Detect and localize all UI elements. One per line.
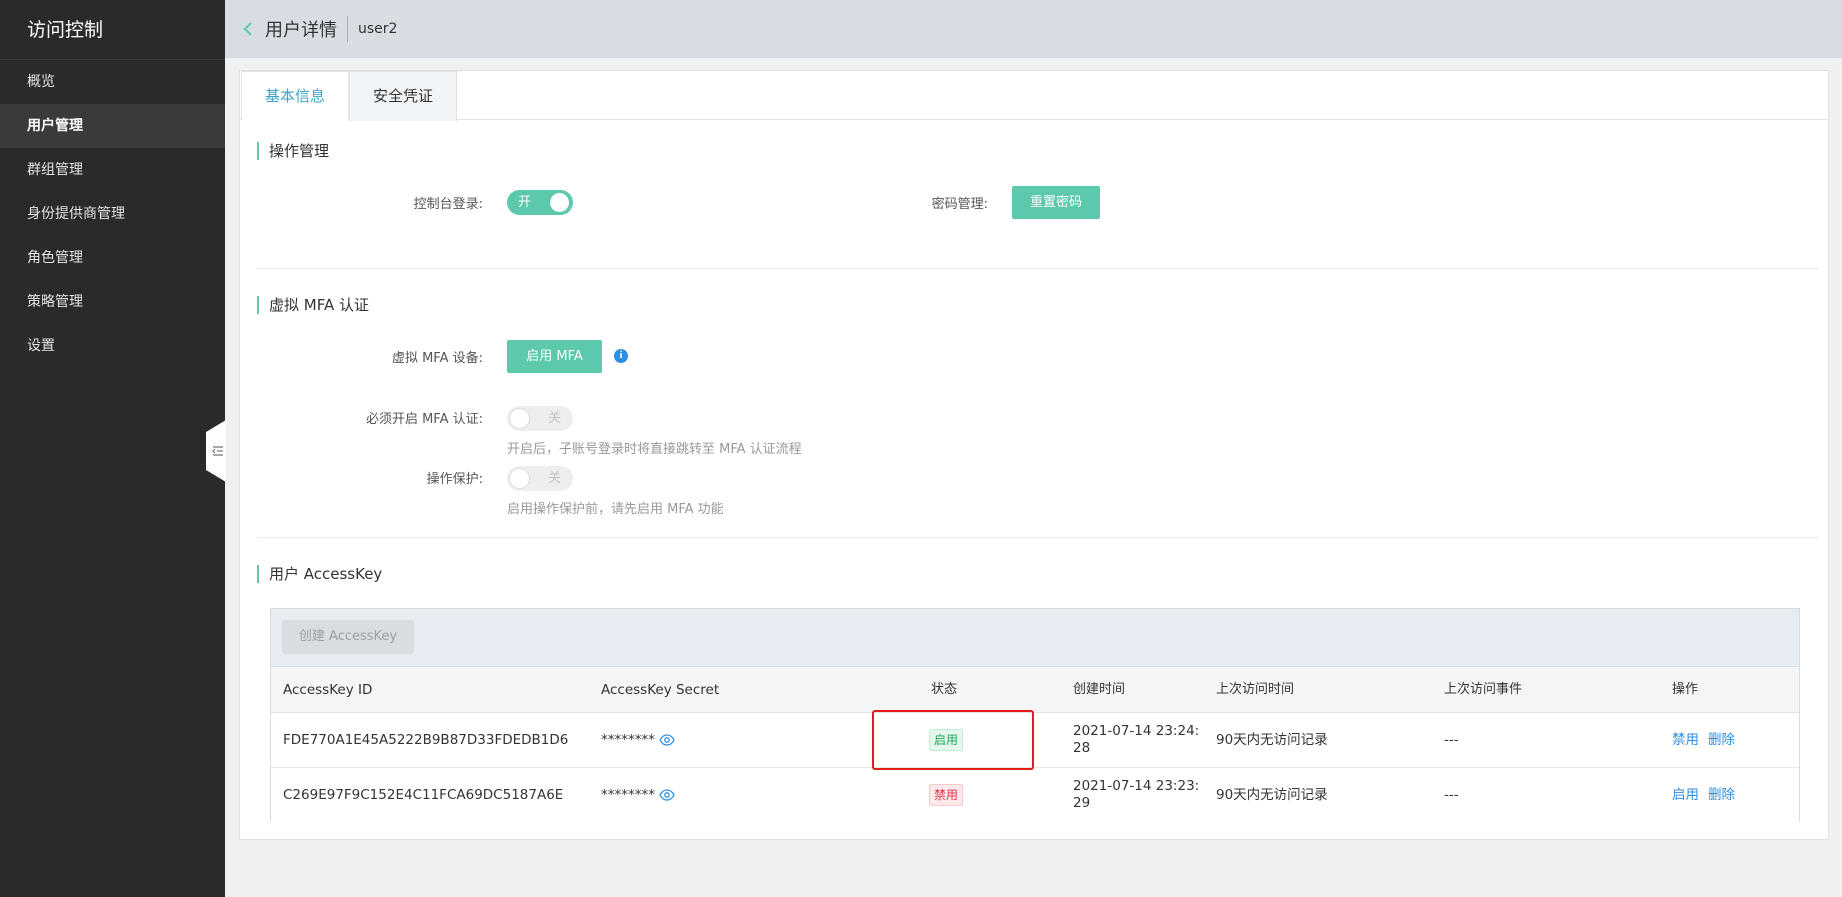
require-mfa-toggle[interactable]: 关: [507, 406, 573, 431]
delete-link[interactable]: 删除: [1708, 787, 1735, 803]
last-access-event: ---: [1444, 732, 1459, 748]
accesskey-toolbar: 创建 AccessKey: [271, 609, 1799, 667]
sidebar: 访问控制 概览 用户管理 群组管理 身份提供商管理 角色管理 策略管理 设置: [0, 0, 225, 897]
delete-link[interactable]: 删除: [1708, 732, 1735, 748]
eye-icon[interactable]: [659, 789, 675, 801]
accesskey-id: FDE770A1E45A5222B9B87D33FDEDB1D6: [283, 732, 569, 748]
tab-bar: 基本信息 安全凭证: [240, 71, 1828, 121]
sidebar-item-identity-providers[interactable]: 身份提供商管理: [0, 192, 225, 236]
column-header-status[interactable]: 状态: [931, 667, 957, 713]
create-accesskey-button[interactable]: 创建 AccessKey: [282, 620, 414, 654]
collapse-menu-icon: [212, 445, 224, 457]
accesskey-id: C269E97F9C152E4C11FCA69DC5187A6E: [283, 787, 564, 803]
eye-icon[interactable]: [659, 734, 675, 746]
disable-link[interactable]: 禁用: [1672, 732, 1699, 748]
console-login-label: 控制台登录:: [413, 197, 483, 212]
status-cell: 启用: [929, 713, 964, 768]
section-title-mfa: 虚拟 MFA 认证: [257, 296, 369, 314]
breadcrumb-username: user2: [358, 21, 398, 37]
last-access-time: 90天内无访问记录: [1216, 732, 1328, 748]
password-management-label: 密码管理:: [931, 197, 988, 212]
user-detail-card: 基本信息 安全凭证 操作管理 控制台登录: 开 密码管理: 重置密码 虚拟 MF…: [239, 70, 1829, 840]
created-time-line1: 2021-07-14 23:24:: [1073, 723, 1200, 739]
sidebar-item-settings[interactable]: 设置: [0, 324, 225, 368]
toggle-state-label: 开: [518, 195, 532, 210]
actions-cell: 启用 删除: [1672, 768, 1744, 823]
created-time-cell: 2021-07-14 23:24: 28: [1073, 723, 1199, 757]
sidebar-item-overview[interactable]: 概览: [0, 60, 225, 104]
last-access-time: 90天内无访问记录: [1216, 787, 1328, 803]
toggle-knob: [550, 193, 569, 212]
sidebar-item-users[interactable]: 用户管理: [0, 104, 225, 148]
created-time-line2: 28: [1073, 740, 1091, 756]
accesskey-secret-cell: ********: [601, 713, 675, 768]
toggle-knob: [510, 409, 529, 428]
sidebar-item-roles[interactable]: 角色管理: [0, 236, 225, 280]
last-access-event: ---: [1444, 787, 1459, 803]
require-mfa-hint: 开启后，子账号登录时将直接跳转至 MFA 认证流程: [507, 442, 802, 457]
accesskey-secret: ********: [601, 787, 655, 803]
status-cell: 禁用: [929, 768, 964, 823]
section-title-accesskey: 用户 AccessKey: [257, 565, 382, 583]
toggle-state-label: 关: [547, 471, 561, 486]
page-title: 用户详情: [265, 20, 337, 41]
created-time-cell: 2021-07-14 23:23: 29: [1073, 778, 1199, 812]
operation-protection-toggle[interactable]: 关: [507, 466, 573, 491]
enable-link[interactable]: 启用: [1672, 787, 1699, 803]
tab-security-credentials[interactable]: 安全凭证: [349, 71, 457, 121]
sidebar-title: 访问控制: [0, 0, 225, 60]
operation-protection-label: 操作保护:: [426, 472, 483, 487]
table-header: AccessKey ID AccessKey Secret 状态 创建时间 上次…: [271, 667, 1799, 713]
sidebar-item-policies[interactable]: 策略管理: [0, 280, 225, 324]
created-time-line1: 2021-07-14 23:23:: [1073, 778, 1200, 794]
tab-basic-info[interactable]: 基本信息: [241, 71, 349, 120]
table-row: C269E97F9C152E4C11FCA69DC5187A6E *******…: [271, 768, 1799, 823]
column-header-secret[interactable]: AccessKey Secret: [601, 667, 719, 713]
column-header-id[interactable]: AccessKey ID: [283, 667, 372, 713]
section-title-operation: 操作管理: [257, 142, 329, 160]
require-mfa-label: 必须开启 MFA 认证:: [365, 412, 483, 427]
column-header-created[interactable]: 创建时间: [1073, 667, 1125, 713]
created-time-line2: 29: [1073, 795, 1091, 811]
mfa-device-label: 虚拟 MFA 设备:: [391, 351, 483, 366]
column-header-actions[interactable]: 操作: [1672, 667, 1698, 713]
section-divider: [257, 537, 1819, 538]
info-icon[interactable]: i: [614, 349, 628, 363]
console-login-toggle[interactable]: 开: [507, 190, 573, 215]
header-divider: [347, 16, 348, 42]
operation-protection-hint: 启用操作保护前，请先启用 MFA 功能: [507, 502, 724, 517]
sidebar-item-groups[interactable]: 群组管理: [0, 148, 225, 192]
actions-cell: 禁用 删除: [1672, 713, 1744, 768]
section-divider: [257, 268, 1819, 269]
back-arrow-icon[interactable]: [239, 20, 257, 38]
accesskey-secret: ********: [601, 732, 655, 748]
toggle-state-label: 关: [547, 411, 561, 426]
page-header: 用户详情 user2: [225, 0, 1842, 58]
toggle-knob: [510, 469, 529, 488]
status-badge: 启用: [929, 729, 964, 751]
reset-password-button[interactable]: 重置密码: [1012, 186, 1100, 219]
accesskey-table: 创建 AccessKey AccessKey ID AccessKey Secr…: [270, 608, 1800, 823]
column-header-last-access-time[interactable]: 上次访问时间: [1216, 667, 1294, 713]
column-header-last-access-event[interactable]: 上次访问事件: [1444, 667, 1522, 713]
accesskey-secret-cell: ********: [601, 768, 675, 823]
table-row: FDE770A1E45A5222B9B87D33FDEDB1D6 *******…: [271, 713, 1799, 768]
enable-mfa-button[interactable]: 启用 MFA: [507, 340, 602, 373]
status-badge: 禁用: [929, 784, 964, 806]
